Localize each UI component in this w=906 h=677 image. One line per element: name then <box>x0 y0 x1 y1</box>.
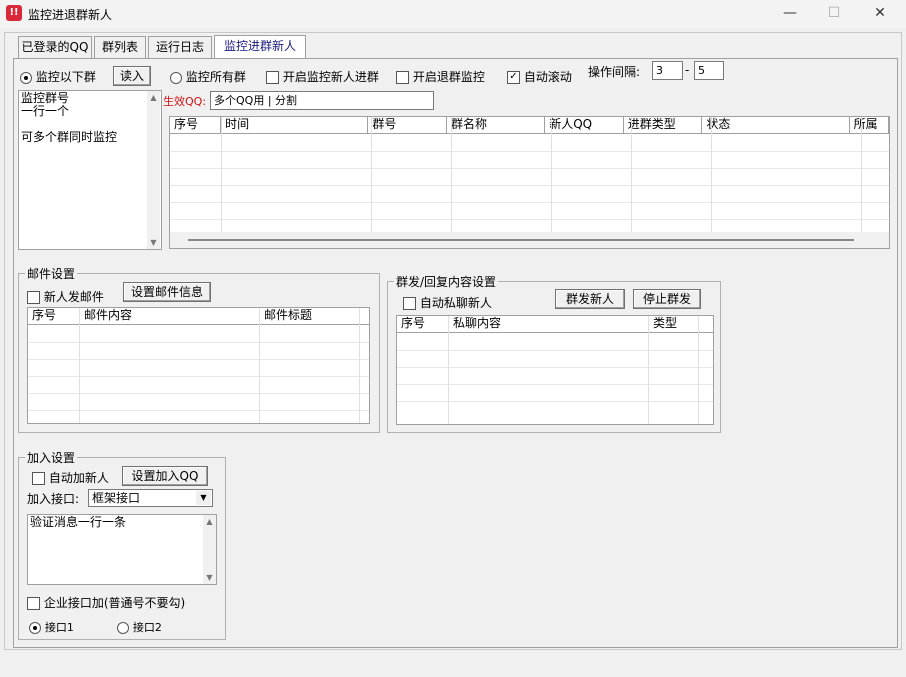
mail-settings-legend: 邮件设置 <box>27 267 76 281</box>
tab-run-log[interactable]: 运行日志 <box>148 36 212 58</box>
verify-scrollbar[interactable]: ▲ ▼ <box>203 515 216 584</box>
group-list-textarea[interactable]: 监控群号 一行一个 可多个群同时监控 <box>18 90 162 250</box>
new-mail-label: 新人发邮件 <box>43 290 104 304</box>
enable-join-label: 开启监控新人进群 <box>282 70 379 84</box>
scroll-up-icon[interactable]: ▲ <box>147 93 160 102</box>
maximize-button[interactable]: ☐ <box>816 2 852 24</box>
table-hscrollbar[interactable] <box>170 232 889 248</box>
title-bar <box>0 0 906 28</box>
read-button[interactable]: 读入 <box>113 66 151 86</box>
tab-group-list[interactable]: 群列表 <box>94 36 146 58</box>
col-header[interactable]: 进群类型 <box>624 117 703 133</box>
enable-leave-option[interactable]: 开启退群监控 <box>396 68 485 85</box>
auto-private-option[interactable]: 自动私聊新人 <box>403 294 492 311</box>
auto-scroll-label: 自动滚动 <box>523 70 572 84</box>
api2-radio[interactable] <box>117 621 129 634</box>
col-header[interactable]: 群号 <box>368 117 447 133</box>
col-header[interactable]: 时间 <box>221 117 369 133</box>
col-header[interactable]: 邮件标题 <box>260 308 360 324</box>
close-button[interactable]: ✕ <box>862 2 898 24</box>
scroll-down-icon[interactable]: ▼ <box>147 238 160 247</box>
minimize-button[interactable]: — <box>772 2 808 24</box>
api2-option[interactable]: 接口2 <box>117 619 162 635</box>
auto-add-option[interactable]: 自动加新人 <box>32 469 109 486</box>
api1-radio[interactable] <box>29 621 41 634</box>
monitor-all-label: 监控所有群 <box>185 70 246 84</box>
monitor-following-radio[interactable] <box>20 71 32 84</box>
col-header[interactable]: 序号 <box>28 308 80 324</box>
col-header[interactable]: 新人QQ <box>545 117 624 133</box>
mail-table[interactable]: 序号 邮件内容 邮件标题 <box>27 307 370 424</box>
verify-msg-line: 验证消息一行一条 <box>30 515 127 529</box>
auto-add-checkbox[interactable] <box>32 472 45 485</box>
enable-leave-checkbox[interactable] <box>396 71 409 84</box>
stop-send-button[interactable]: 停止群发 <box>633 289 701 309</box>
new-member-table[interactable]: 序号 时间 群号 群名称 新人QQ 进群类型 状态 所属 <box>169 116 890 249</box>
auto-scroll-option[interactable]: ✓ 自动滚动 <box>507 68 572 85</box>
new-mail-option[interactable]: 新人发邮件 <box>27 288 104 305</box>
chevron-down-icon[interactable]: ▼ <box>196 491 211 505</box>
set-mail-button[interactable]: 设置邮件信息 <box>123 282 211 302</box>
interval-dash: - <box>685 63 690 77</box>
api1-option[interactable]: 接口1 <box>29 619 74 635</box>
auto-private-label: 自动私聊新人 <box>419 296 492 310</box>
tab-monitor-new[interactable]: 监控进群新人 <box>214 35 306 59</box>
hscroll-thumb[interactable] <box>188 239 854 241</box>
tab-logged-in-qq[interactable]: 已登录的QQ <box>18 36 92 58</box>
set-join-qq-button[interactable]: 设置加入QQ <box>122 466 208 486</box>
scroll-down-icon[interactable]: ▼ <box>203 573 216 582</box>
api2-label: 接口2 <box>132 621 162 634</box>
col-header[interactable]: 邮件内容 <box>80 308 260 324</box>
interval-label: 操作间隔: <box>588 65 641 79</box>
col-header[interactable]: 类型 <box>649 316 699 332</box>
monitor-all-option[interactable]: 监控所有群 <box>170 68 246 85</box>
private-msg-table[interactable]: 序号 私聊内容 类型 <box>396 315 714 425</box>
join-api-label: 加入接口: <box>27 492 80 506</box>
monitor-all-radio[interactable] <box>170 71 182 84</box>
col-header[interactable]: 所属 <box>850 117 889 133</box>
effective-qq-label: 生效QQ: <box>163 95 207 108</box>
join-api-value: 框架接口 <box>92 491 141 505</box>
join-settings-legend: 加入设置 <box>27 451 76 465</box>
broadcast-settings-legend: 群发/回复内容设置 <box>396 275 497 289</box>
interval-max-input[interactable]: 5 <box>694 61 724 80</box>
enterprise-label: 企业接口加(普通号不要勾) <box>43 596 186 610</box>
enable-leave-label: 开启退群监控 <box>412 70 485 84</box>
app-icon: !! <box>6 5 22 21</box>
col-header[interactable]: 序号 <box>170 117 222 133</box>
send-new-button[interactable]: 群发新人 <box>555 289 625 309</box>
enterprise-checkbox[interactable] <box>27 597 40 610</box>
auto-private-checkbox[interactable] <box>403 297 416 310</box>
col-header[interactable]: 私聊内容 <box>449 316 649 332</box>
col-header[interactable]: 群名称 <box>447 117 546 133</box>
window-title: 监控进退群新人 <box>28 8 113 22</box>
private-table-header: 序号 私聊内容 类型 <box>397 316 713 333</box>
join-api-select[interactable]: 框架接口 ▼ <box>88 489 213 507</box>
group-list-line: 一行一个 <box>21 104 70 118</box>
monitor-following-option[interactable]: 监控以下群 <box>20 68 96 85</box>
enterprise-option[interactable]: 企业接口加(普通号不要勾) <box>27 594 185 611</box>
group-list-scrollbar[interactable]: ▲ ▼ <box>147 91 160 249</box>
col-header[interactable]: 状态 <box>702 117 850 133</box>
monitor-following-label: 监控以下群 <box>35 70 96 84</box>
api1-label: 接口1 <box>44 621 74 634</box>
col-header[interactable]: 序号 <box>397 316 449 332</box>
interval-min-input[interactable]: 3 <box>652 61 683 80</box>
table-header: 序号 时间 群号 群名称 新人QQ 进群类型 状态 所属 <box>170 117 889 134</box>
auto-scroll-checkbox[interactable]: ✓ <box>507 71 520 84</box>
verify-msg-textarea[interactable]: 验证消息一行一条 <box>27 514 217 585</box>
enable-join-checkbox[interactable] <box>266 71 279 84</box>
enable-join-option[interactable]: 开启监控新人进群 <box>266 68 379 85</box>
effective-qq-input[interactable]: 多个QQ用 | 分割 <box>210 91 434 110</box>
auto-add-label: 自动加新人 <box>48 471 109 485</box>
group-list-line: 可多个群同时监控 <box>21 130 118 144</box>
new-mail-checkbox[interactable] <box>27 291 40 304</box>
scroll-up-icon[interactable]: ▲ <box>203 517 216 526</box>
